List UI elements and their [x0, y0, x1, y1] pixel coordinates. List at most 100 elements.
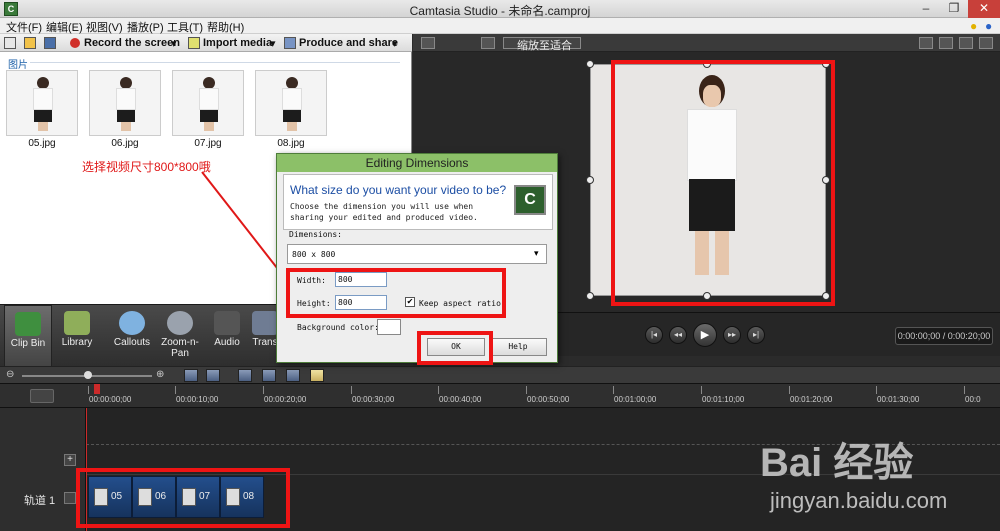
- step-forward-icon[interactable]: ▸▸: [723, 326, 741, 344]
- clip-bin-item-label: 08.jpg: [277, 138, 305, 149]
- tick-mark: [263, 386, 264, 394]
- record-icon: [70, 38, 80, 48]
- background-color-label: Background color:: [297, 323, 379, 332]
- add-track-icon[interactable]: +: [64, 454, 76, 466]
- save-icon[interactable]: [44, 37, 56, 49]
- detach-preview-icon[interactable]: [421, 37, 435, 49]
- tab-zoom-n-pan[interactable]: Zoom-n-Pan: [156, 305, 204, 367]
- help-button[interactable]: Help: [489, 338, 547, 356]
- magnifier-icon: [167, 311, 193, 335]
- speaker-icon: [214, 311, 240, 335]
- clip-bin-group-label: 图片: [8, 60, 28, 71]
- clip-bin-thumbnail[interactable]: [172, 70, 244, 136]
- pan-icon[interactable]: [939, 37, 953, 49]
- menu-file[interactable]: 文件(F): [6, 19, 42, 35]
- tick-label: 00:01:10;00: [702, 395, 745, 404]
- track-label: 轨道 1: [24, 495, 56, 507]
- zoom-slider-thumb[interactable]: [84, 371, 92, 379]
- jump-end-icon[interactable]: ▸|: [747, 326, 765, 344]
- tab-label: Library: [61, 337, 93, 348]
- new-project-icon[interactable]: [4, 37, 16, 49]
- timeline-ruler[interactable]: 00:00:00;00 00:00:10;00 00:00:20;00 00:0…: [0, 384, 1000, 408]
- clip-bin-thumbnail[interactable]: [255, 70, 327, 136]
- help-icon[interactable]: ●: [985, 19, 992, 33]
- menu-help[interactable]: 帮助(H): [207, 19, 244, 35]
- record-screen-button[interactable]: Record the screen: [84, 37, 180, 49]
- transition-icon: [252, 311, 278, 335]
- fit-icon[interactable]: [959, 37, 973, 49]
- minimize-button[interactable]: –: [912, 0, 940, 18]
- dialog-description: Choose the dimension you will use when s…: [290, 202, 478, 222]
- dimensions-select[interactable]: 800 x 800 ▾: [287, 244, 547, 264]
- tick-label: 00:01:00;00: [614, 395, 657, 404]
- import-dropdown-icon[interactable]: ▾: [270, 37, 276, 50]
- maximize-button[interactable]: ❐: [940, 0, 968, 18]
- track-header: + 轨道 1: [0, 408, 86, 531]
- split-icon[interactable]: [262, 369, 276, 382]
- tab-label: Callouts: [113, 337, 151, 348]
- copy-icon[interactable]: [286, 369, 300, 382]
- tab-library[interactable]: Library: [54, 305, 100, 367]
- tick-label: 00:01:20;00: [790, 395, 833, 404]
- cut-icon[interactable]: [238, 369, 252, 382]
- tab-audio[interactable]: Audio: [206, 305, 248, 367]
- clip-bin-thumbnail[interactable]: [6, 70, 78, 136]
- preview-toolbar: 缩放至适合: [413, 34, 1000, 52]
- tick-mark: [526, 386, 527, 394]
- resize-handle[interactable]: [586, 292, 594, 300]
- dialog-title: Editing Dimensions: [277, 154, 557, 172]
- tab-clip-bin[interactable]: Clip Bin: [4, 305, 52, 367]
- menu-view[interactable]: 视图(V): [86, 19, 123, 35]
- tick-label: 00:00:20;00: [264, 395, 307, 404]
- menu-play[interactable]: 播放(P): [127, 19, 164, 35]
- open-folder-icon[interactable]: [24, 37, 36, 49]
- clip-bin-thumbnail[interactable]: [89, 70, 161, 136]
- undo-icon[interactable]: [184, 369, 198, 382]
- tab-label: Audio: [214, 337, 240, 348]
- color-picker-icon[interactable]: [377, 319, 401, 335]
- close-button[interactable]: ✕: [968, 0, 1000, 18]
- produce-share-button[interactable]: Produce and share: [299, 37, 398, 49]
- tick-mark: [351, 386, 352, 394]
- redo-icon[interactable]: [206, 369, 220, 382]
- tab-callouts[interactable]: Callouts: [108, 305, 156, 367]
- film-strip-icon: [15, 312, 41, 336]
- playhead-icon[interactable]: [94, 384, 100, 394]
- window-title: Camtasia Studio - 未命名.camproj: [409, 4, 591, 18]
- highlight-box-preview: [611, 60, 835, 306]
- tick-mark: [438, 386, 439, 394]
- clip-bin-item-label: 05.jpg: [28, 138, 56, 149]
- project-settings-icon[interactable]: [481, 37, 495, 49]
- jump-start-icon[interactable]: |◂: [645, 326, 663, 344]
- tick-mark: [175, 386, 176, 394]
- clip-bin-item-label: 06.jpg: [111, 138, 139, 149]
- group-divider: [30, 62, 400, 63]
- record-dropdown-icon[interactable]: ▾: [171, 37, 177, 50]
- tick-label: 00:00:50;00: [527, 395, 570, 404]
- zoom-out-icon[interactable]: ⊖: [6, 369, 14, 380]
- track-options-icon[interactable]: [64, 492, 76, 504]
- timeline-settings-icon[interactable]: [30, 389, 54, 403]
- paste-icon[interactable]: [310, 369, 324, 382]
- tick-label: 00:0: [965, 395, 981, 404]
- tick-mark: [701, 386, 702, 394]
- highlight-box-clips: [76, 468, 290, 528]
- menu-edit[interactable]: 编辑(E): [46, 19, 83, 35]
- fullscreen-icon[interactable]: [979, 37, 993, 49]
- crop-icon[interactable]: [919, 37, 933, 49]
- tip-bulb-icon[interactable]: ●: [970, 19, 977, 33]
- baidu-watermark-logo: Bai 经验: [760, 441, 914, 485]
- clip-bin-item-label: 07.jpg: [194, 138, 222, 149]
- resize-handle[interactable]: [586, 60, 594, 68]
- step-back-icon[interactable]: ◂◂: [669, 326, 687, 344]
- zoom-in-icon[interactable]: ⊕: [156, 369, 164, 380]
- menu-tools[interactable]: 工具(T): [167, 19, 203, 35]
- produce-dropdown-icon[interactable]: ▾: [392, 37, 398, 50]
- library-icon: [64, 311, 90, 335]
- dimensions-label: Dimensions:: [289, 230, 342, 239]
- import-media-button[interactable]: Import media: [203, 37, 272, 49]
- resize-handle[interactable]: [586, 176, 594, 184]
- tab-label: Zoom-n-Pan: [161, 337, 199, 359]
- play-button[interactable]: ▶: [693, 323, 717, 347]
- camtasia-window: C Camtasia Studio - 未命名.camproj – ❐ ✕ 文件…: [0, 0, 1000, 531]
